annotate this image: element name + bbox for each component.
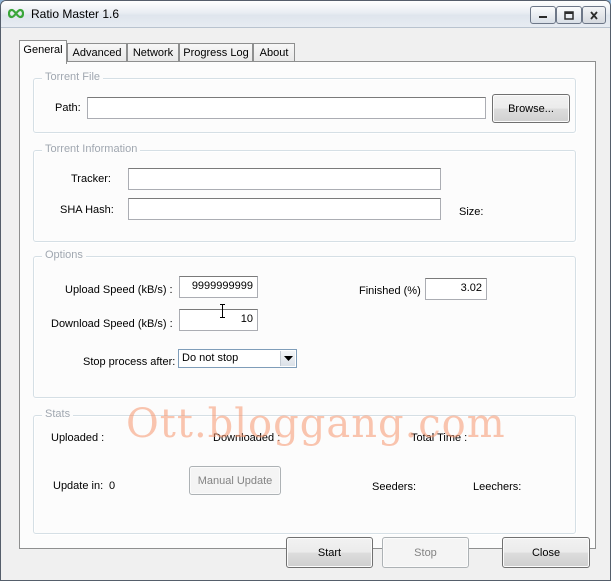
- upload-speed-input[interactable]: 9999999999: [179, 276, 258, 298]
- stats-legend: Stats: [42, 408, 74, 420]
- tab-about[interactable]: About: [253, 43, 295, 63]
- torrent-information-group: Torrent Information Tracker: SHA Hash: S…: [33, 143, 576, 242]
- app-window: Ratio Master 1.6 General Advanced Networ…: [0, 0, 611, 581]
- tab-advanced[interactable]: Advanced: [67, 43, 127, 63]
- general-tab-panel: Torrent File Path: Browse... Torrent Inf…: [19, 61, 596, 549]
- path-label: Path:: [55, 102, 81, 114]
- title-bar[interactable]: Ratio Master 1.6: [1, 1, 610, 28]
- options-group: Options Upload Speed (kB/s) : 9999999999…: [33, 249, 576, 398]
- download-speed-label: Download Speed (kB/s) :: [51, 318, 173, 330]
- infinity-icon: [8, 8, 24, 19]
- torrent-information-legend: Torrent Information: [42, 143, 141, 155]
- seeders-label: Seeders:: [372, 481, 417, 493]
- window-title: Ratio Master 1.6: [31, 7, 120, 21]
- stop-process-select[interactable]: Do not stop: [178, 349, 297, 368]
- minimize-button[interactable]: [530, 6, 556, 24]
- stop-button[interactable]: Stop: [382, 537, 469, 568]
- stop-process-value: Do not stop: [182, 352, 239, 364]
- start-button[interactable]: Start: [286, 537, 373, 568]
- update-in-label: Update in:: [53, 480, 104, 492]
- maximize-button[interactable]: [556, 6, 582, 24]
- manual-update-button[interactable]: Manual Update: [189, 466, 281, 495]
- download-speed-input[interactable]: 10: [179, 309, 258, 331]
- stop-process-label: Stop process after:: [83, 356, 176, 368]
- leechers-label: Leechers:: [473, 481, 522, 493]
- path-input[interactable]: [87, 97, 486, 119]
- chevron-down-icon: [283, 355, 293, 361]
- close-icon: [590, 10, 598, 20]
- finished-label: Finished (%): [359, 285, 421, 297]
- options-legend: Options: [42, 249, 86, 261]
- upload-speed-label: Upload Speed (kB/s) :: [65, 284, 173, 296]
- text-cursor-icon: [220, 304, 225, 318]
- update-in-value: 0: [109, 480, 116, 492]
- tab-general[interactable]: General: [19, 40, 67, 64]
- tracker-input[interactable]: [128, 168, 441, 190]
- tracker-label: Tracker:: [71, 173, 111, 185]
- uploaded-label: Uploaded :: [51, 432, 105, 444]
- close-button[interactable]: Close: [502, 537, 590, 568]
- sha-hash-label: SHA Hash:: [60, 204, 114, 216]
- sha-hash-input[interactable]: [128, 198, 441, 220]
- client-area: General Advanced Network Progress Log Ab…: [1, 29, 610, 580]
- torrent-file-group: Torrent File Path: Browse...: [33, 71, 576, 133]
- close-window-button[interactable]: [582, 6, 606, 24]
- finished-input[interactable]: 3.02: [425, 278, 487, 300]
- maximize-icon: [564, 10, 574, 20]
- tab-network[interactable]: Network: [127, 43, 179, 63]
- minimize-icon: [539, 16, 547, 18]
- size-label: Size:: [459, 206, 484, 218]
- watermark-text: Ott.bloggang.com: [126, 401, 506, 447]
- tab-progress-log[interactable]: Progress Log: [179, 43, 253, 63]
- browse-button[interactable]: Browse...: [492, 94, 570, 123]
- torrent-file-legend: Torrent File: [42, 71, 104, 83]
- dropdown-arrow[interactable]: [280, 351, 295, 366]
